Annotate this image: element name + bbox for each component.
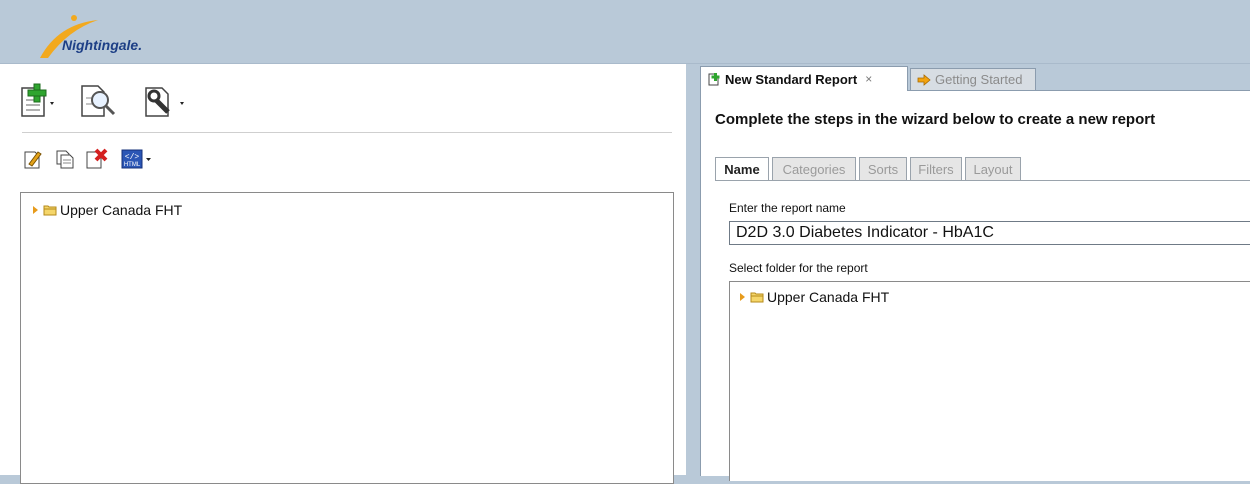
new-report-icon	[21, 83, 54, 117]
close-tab-icon[interactable]: ×	[865, 72, 872, 86]
edit-button[interactable]	[22, 148, 44, 170]
tab-label: Getting Started	[935, 72, 1023, 87]
report-name-input[interactable]	[729, 221, 1250, 245]
right-panel: New Standard Report × Getting Started Co…	[686, 64, 1250, 481]
tools-button[interactable]	[140, 80, 194, 120]
report-name-label: Enter the report name	[729, 201, 846, 215]
svg-text:</>: </>	[125, 153, 140, 162]
left-panel: </> HTML Upper Canada FHT	[0, 64, 687, 484]
expand-arrow-icon[interactable]	[740, 293, 745, 301]
copy-icon	[56, 150, 74, 169]
new-report-tab-icon	[708, 73, 720, 86]
wizard-tab-divider	[715, 180, 1250, 181]
folder-tree-node-label: Upper Canada FHT	[767, 289, 890, 305]
preview-report-icon	[81, 85, 116, 117]
logo-text: Nightingale.	[62, 37, 143, 53]
tree-node-root[interactable]: Upper Canada FHT	[33, 201, 182, 219]
edit-icon	[24, 151, 42, 169]
tab-label: New Standard Report	[725, 71, 858, 87]
wizard-tab-sorts[interactable]: Sorts	[859, 157, 907, 181]
wizard-tab-layout[interactable]: Layout	[965, 157, 1021, 181]
preview-report-button[interactable]	[76, 80, 120, 120]
copy-button[interactable]	[54, 148, 76, 170]
new-report-button[interactable]	[18, 80, 62, 120]
wizard-panel: Complete the steps in the wizard below t…	[700, 90, 1250, 481]
folder-icon	[750, 292, 764, 303]
tools-icon	[145, 87, 184, 117]
tree-node-label: Upper Canada FHT	[60, 202, 183, 218]
wizard-tab-name[interactable]: Name	[715, 157, 769, 181]
tab-new-standard-report[interactable]: New Standard Report ×	[700, 66, 908, 91]
html-export-icon: </> HTML	[121, 149, 151, 169]
folder-tree: Upper Canada FHT	[729, 281, 1250, 481]
svg-text:HTML: HTML	[124, 162, 141, 168]
folder-tree-node-root[interactable]: Upper Canada FHT	[740, 288, 889, 306]
tab-getting-started[interactable]: Getting Started	[910, 68, 1036, 90]
wizard-title: Complete the steps in the wizard below t…	[715, 111, 1156, 128]
wizard-tab-categories[interactable]: Categories	[772, 157, 856, 181]
expand-arrow-icon[interactable]	[33, 206, 38, 214]
arrow-right-icon	[917, 73, 931, 86]
folder-select-label: Select folder for the report	[729, 261, 868, 275]
delete-icon	[86, 148, 108, 169]
report-tree: Upper Canada FHT	[20, 192, 674, 484]
toolbar-separator	[22, 132, 672, 133]
folder-icon	[43, 205, 57, 216]
wizard-tab-filters[interactable]: Filters	[910, 157, 962, 181]
html-export-button[interactable]: </> HTML	[120, 148, 154, 170]
delete-button[interactable]	[84, 148, 108, 170]
